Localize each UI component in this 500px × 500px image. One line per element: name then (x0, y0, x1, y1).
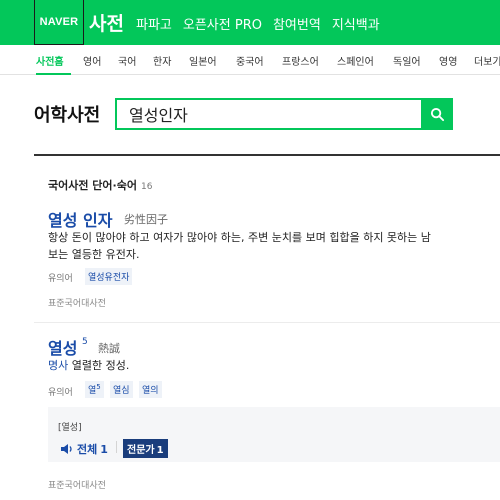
tab-german[interactable]: 독일어 (393, 53, 421, 68)
tab-english-english[interactable]: 영영 (439, 53, 457, 68)
dictionary-brand-link[interactable]: 사전 (89, 9, 124, 36)
audio-all-button[interactable]: 전체 1 (60, 441, 108, 457)
synonym-chip[interactable]: 열성유전자 (85, 268, 133, 285)
expert-label: 전문가 (127, 445, 155, 456)
tab-korean[interactable]: 국어 (118, 53, 136, 68)
example-separator (116, 441, 117, 453)
tab-english[interactable]: 영어 (83, 53, 101, 68)
entry-hanja: 劣性因子 (124, 213, 168, 226)
entry-divider (34, 322, 500, 323)
homonym-number: 5 (96, 383, 101, 391)
example-box (48, 407, 500, 462)
tab-french[interactable]: 프랑스어 (282, 53, 319, 68)
entry-source[interactable]: 표준국어대사전 (48, 478, 106, 491)
synonym-label: 유의어 (48, 274, 73, 284)
entry-definition-line1: 항상 돈이 많아야 하고 여자가 많아야 하는, 주변 눈치를 보며 힙합을 하… (48, 231, 431, 244)
entry-definition: 명사 열렬한 정성. (48, 357, 129, 374)
homonym-number: 5 (82, 337, 88, 347)
tab-more[interactable]: 더보기 (474, 53, 500, 68)
search-input[interactable] (115, 98, 422, 130)
nav-knowledge-encyclopedia[interactable]: 지식백과 (332, 14, 380, 33)
language-tabs: 사전홈 영어 국어 한자 일본어 중국어 프랑스어 스페인어 독일어 영영 더보… (0, 45, 500, 75)
entry-headword[interactable]: 열성 (48, 335, 77, 359)
expert-count: 1 (156, 445, 164, 456)
section-title: 국어사전 단어·숙어 (48, 179, 137, 192)
naver-logo[interactable]: NAVER (34, 0, 84, 45)
entry-source[interactable]: 표준국어대사전 (48, 296, 106, 309)
example-title: [열성] (58, 423, 82, 433)
speaker-icon (61, 444, 72, 454)
definition-text: 열렬한 정성. (71, 359, 130, 372)
entry-hanja: 熱誠 (98, 342, 120, 355)
synonym-chip[interactable]: 열의 (139, 381, 162, 398)
expert-badge[interactable]: 전문가 1 (123, 439, 168, 458)
tab-spanish[interactable]: 스페인어 (337, 53, 374, 68)
section-count: 16 (140, 182, 153, 192)
tab-chinese[interactable]: 중국어 (236, 53, 264, 68)
naver-logo-text: NAVER (39, 16, 79, 28)
active-tab-indicator (36, 73, 71, 75)
part-of-speech: 명사 (48, 359, 69, 372)
tab-hanja[interactable]: 한자 (153, 53, 171, 68)
audio-all-count: 1 (100, 442, 108, 456)
search-title: 어학사전 (34, 105, 101, 126)
nav-papago[interactable]: 파파고 (136, 14, 172, 33)
search-button[interactable] (421, 98, 453, 130)
entry-headword[interactable]: 열성 인자 (48, 207, 112, 231)
top-bar: NAVER 사전 파파고 오픈사전 PRO 참여번역 지식백과 (0, 0, 500, 45)
results-divider (34, 154, 500, 156)
section-header: 국어사전 단어·숙어 16 (48, 177, 152, 193)
entry-definition-line2: 보는 열등한 유전자. (48, 248, 140, 261)
tab-japanese[interactable]: 일본어 (189, 53, 217, 68)
service-nav: 파파고 오픈사전 PRO 참여번역 지식백과 (136, 14, 380, 33)
synonym-label: 유의어 (48, 388, 73, 398)
tab-dictionary-home[interactable]: 사전홈 (36, 53, 64, 68)
nav-participate-translate[interactable]: 참여번역 (273, 14, 321, 33)
synonym-chip[interactable]: 열심 (110, 381, 133, 398)
synonym-chip[interactable]: 열5 (85, 381, 104, 398)
search-icon (430, 107, 444, 121)
audio-all-label: 전체 (77, 443, 98, 456)
nav-open-dictionary-pro[interactable]: 오픈사전 PRO (183, 14, 262, 33)
